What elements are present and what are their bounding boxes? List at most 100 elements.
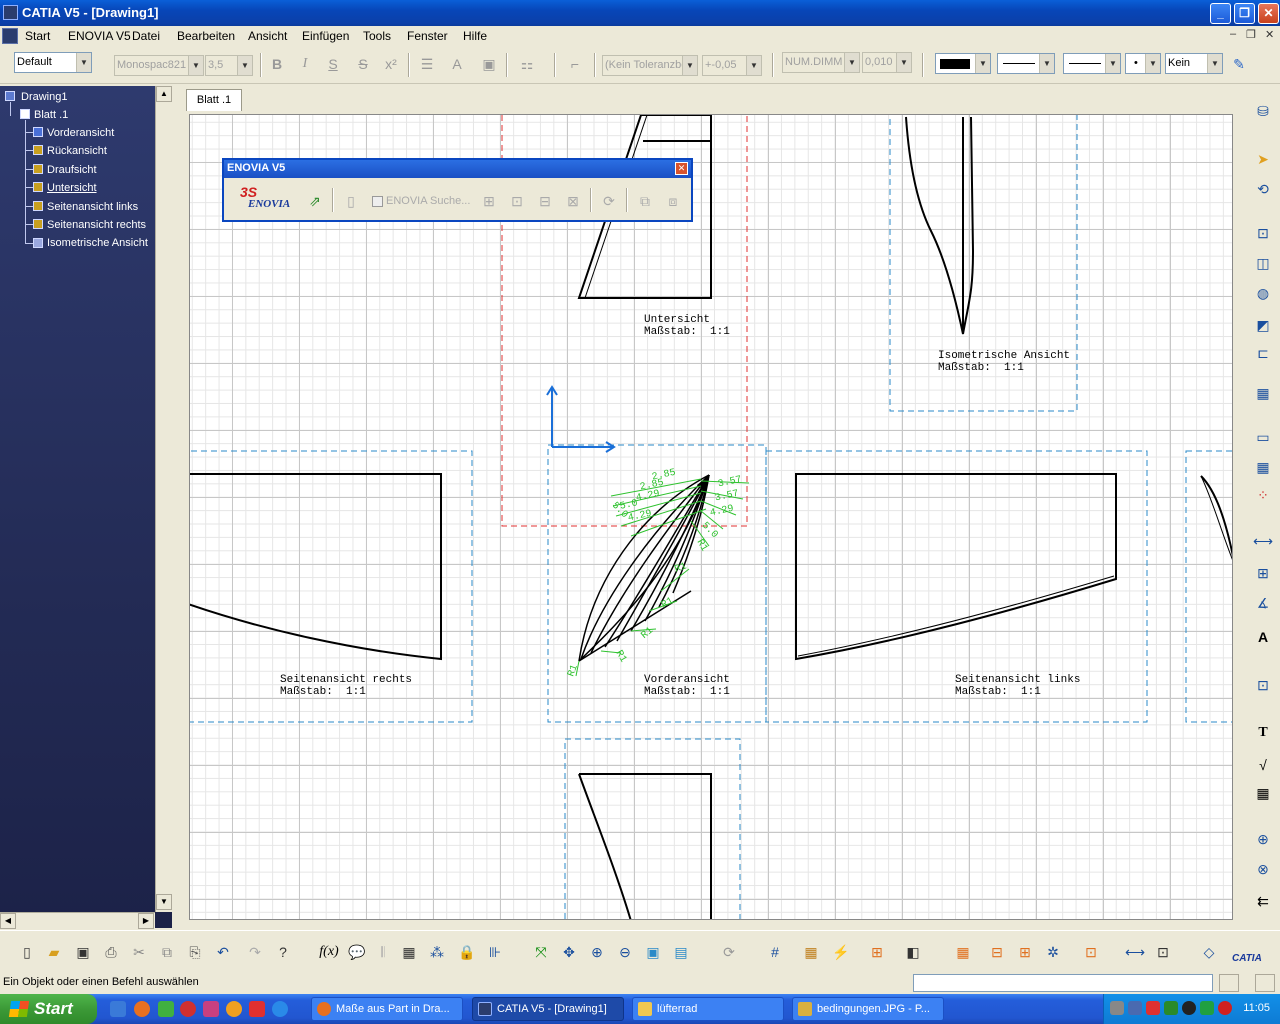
superscript-icon[interactable]: x²	[380, 53, 402, 75]
pan-icon[interactable]: ✥	[558, 941, 580, 963]
tree-view-seitenansicht-rechts[interactable]: Seitenansicht rechts	[47, 219, 146, 231]
update-drawing-icon[interactable]: ⊡	[1080, 941, 1102, 963]
formula-icon[interactable]: f(x)	[318, 941, 340, 963]
scroll-right-icon[interactable]: ▶	[138, 913, 154, 929]
acrobat-tray-icon[interactable]	[1146, 1001, 1160, 1015]
enovia-compare-icon[interactable]: ⧈	[662, 190, 684, 212]
align-left-icon[interactable]: ☰	[416, 53, 438, 75]
dimension-line-icon[interactable]: ⌐	[564, 53, 586, 75]
tree-horizontal-scrollbar[interactable]: ◀ ▶	[0, 912, 155, 929]
tray-app-icon[interactable]	[1164, 1001, 1178, 1015]
document-icon[interactable]	[2, 28, 18, 44]
drafting-workbench-icon[interactable]: ◇	[1198, 941, 1220, 963]
open-icon[interactable]: ▰	[43, 941, 65, 963]
firefox-icon[interactable]	[134, 1001, 150, 1017]
anchor-point-icon[interactable]: ⚏	[516, 53, 538, 75]
text-icon[interactable]: T	[1252, 722, 1274, 744]
tree-root[interactable]: Drawing1	[21, 91, 67, 103]
copy-icon[interactable]: ⧉	[156, 941, 178, 963]
start-button[interactable]: Start	[0, 994, 97, 1024]
minimize-button[interactable]: _	[1210, 3, 1231, 24]
enovia-expand-icon[interactable]: ⊠	[562, 190, 584, 212]
command-input[interactable]	[913, 974, 1213, 992]
redo-icon[interactable]: ↷	[244, 941, 266, 963]
font-select[interactable]: Monospac821 ▼	[114, 55, 204, 76]
doc-restore-icon[interactable]: ❐	[1246, 28, 1256, 41]
tray-app-icon[interactable]	[1200, 1001, 1214, 1015]
dimension-analysis-icon[interactable]: ✲	[1042, 941, 1064, 963]
task-catia[interactable]: CATIA V5 - [Drawing1]	[472, 997, 624, 1021]
close-button[interactable]: ✕	[1258, 3, 1279, 24]
enovia-toolbar-title[interactable]: ENOVIA V5	[224, 160, 691, 178]
knowledge-icon[interactable]: 💬	[346, 941, 368, 963]
font-size-select[interactable]: 3,5 ▼	[205, 55, 253, 76]
zoom-out-icon[interactable]: ⊖	[614, 941, 636, 963]
generative-icon[interactable]: ⊡	[1152, 941, 1174, 963]
enovia-copy-icon[interactable]: ⧉	[634, 190, 656, 212]
tree-view-untersicht[interactable]: Untersicht	[47, 182, 97, 194]
status-button[interactable]	[1255, 974, 1275, 992]
task-paint[interactable]: bedingungen.JPG - P...	[792, 997, 944, 1021]
cut-icon[interactable]: ✂	[128, 941, 150, 963]
tree-view-seitenansicht-links[interactable]: Seitenansicht links	[47, 201, 138, 213]
table-icon[interactable]: ▦	[1252, 782, 1274, 804]
clock[interactable]: 11:05	[1243, 1002, 1270, 1014]
frame-icon[interactable]: ▣	[478, 53, 500, 75]
enovia-search-label[interactable]: ENOVIA Suche...	[386, 195, 470, 207]
scroll-down-icon[interactable]: ▼	[156, 894, 172, 910]
undo-icon[interactable]: ↶	[212, 941, 234, 963]
view-label-seitenansicht-rechts[interactable]: Seitenansicht rechts Maßstab: 1:1	[280, 674, 412, 698]
strikethrough-icon[interactable]: S	[352, 53, 374, 75]
table-tool-icon[interactable]: ▦	[398, 941, 420, 963]
tolerance-select[interactable]: (Kein Toleranzbe ▼	[602, 55, 698, 76]
linetype-select[interactable]: ▼	[997, 53, 1055, 74]
view-label-isometrisch[interactable]: Isometrische Ansicht Maßstab: 1:1	[938, 350, 1070, 374]
enovia-new-icon[interactable]: ▯	[340, 190, 362, 212]
tree-view-vorderansicht[interactable]: Vorderansicht	[47, 127, 114, 139]
enovia-search-checkbox[interactable]	[372, 196, 383, 207]
ruler-icon[interactable]: 𝄃	[372, 941, 394, 963]
scroll-up-icon[interactable]: ▲	[156, 86, 172, 102]
analysis-icon[interactable]: ⁂	[426, 941, 448, 963]
tree-view-draufsicht[interactable]: Draufsicht	[47, 164, 97, 176]
menu-fenster[interactable]: Fenster	[407, 29, 448, 43]
antivirus-icon[interactable]	[1218, 1001, 1232, 1015]
zoom-in-icon[interactable]: ⊕	[586, 941, 608, 963]
underline-icon[interactable]: S	[322, 53, 344, 75]
whats-this-icon[interactable]: ?	[272, 941, 294, 963]
analysis-display-icon[interactable]: ⊞	[1014, 941, 1036, 963]
menu-tools[interactable]: Tools	[363, 29, 391, 43]
projection-view-icon[interactable]: ⊡	[1252, 222, 1274, 244]
print-icon[interactable]: ⎙	[100, 941, 122, 963]
format-painter-icon[interactable]: ✎	[1228, 53, 1250, 75]
sketch-tools-icon[interactable]: ⚡	[830, 941, 852, 963]
menu-ansicht[interactable]: Ansicht	[248, 29, 287, 43]
circle-tools-icon[interactable]: ⁘	[1252, 484, 1274, 506]
view-frame-icon[interactable]: ⊞	[866, 941, 888, 963]
drawing-sheet[interactable]: 2.85 3.57 2.85 3.57 4.29 4.29 5.0 4.29 5…	[189, 114, 1233, 920]
enovia-refresh-icon[interactable]: ⟳	[598, 190, 620, 212]
normal-view-icon[interactable]: ▤	[670, 941, 692, 963]
color-select[interactable]: ▼	[935, 53, 991, 74]
menu-start[interactable]: Start	[25, 29, 50, 43]
dimension-tool-icon[interactable]: ⟷	[1124, 941, 1146, 963]
dimension-tools-icon[interactable]: ⊞	[1252, 562, 1274, 584]
view-label-seitenansicht-links[interactable]: Seitenansicht links Maßstab: 1:1	[955, 674, 1080, 698]
network-icon[interactable]	[1110, 1001, 1124, 1015]
thread-icon[interactable]: ⊗	[1252, 858, 1274, 880]
roughness-symbol-icon[interactable]: √	[1252, 754, 1274, 776]
quicklaunch-app-icon[interactable]	[203, 1001, 219, 1017]
paste-icon[interactable]: ⎘	[184, 941, 206, 963]
task-firefox[interactable]: Maße aus Part in Dra...	[311, 997, 463, 1021]
tree-view-isometrisch[interactable]: Isometrische Ansicht	[47, 237, 148, 249]
acrobat-icon[interactable]	[249, 1001, 265, 1017]
style-select[interactable]: Default ▼	[14, 52, 92, 73]
enovia-query-icon[interactable]: ⊡	[506, 190, 528, 212]
grid-icon[interactable]: ▦	[1252, 456, 1274, 478]
sheet-background-icon[interactable]: ⛁	[1252, 100, 1274, 122]
view-label-untersicht[interactable]: Untersicht Maßstab: 1:1	[644, 314, 730, 338]
clipping-view-icon[interactable]: ◩	[1252, 314, 1274, 336]
precision-select[interactable]: 0,010 ▼	[862, 52, 912, 73]
filter-icon[interactable]: ⊪	[484, 941, 506, 963]
grid-toggle-icon[interactable]: #	[764, 941, 786, 963]
